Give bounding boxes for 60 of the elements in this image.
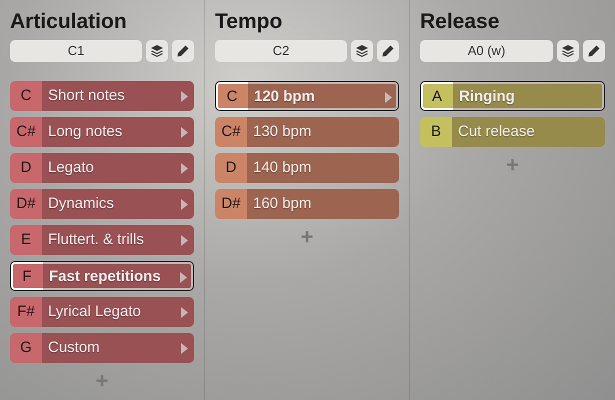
key-label: C# [15,122,37,142]
articulation-item[interactable]: A Ringing [420,81,605,111]
item-label: Cut release [452,117,605,147]
key-label: D [224,158,238,178]
key-label: E [20,230,32,250]
key-label: D# [15,194,37,214]
item-label: Custom [42,333,194,363]
pencil-icon [587,44,601,58]
item-label: Fluttert. & trills [42,225,194,255]
articulation-item[interactable]: D Legato [10,153,194,183]
edit-button[interactable] [172,40,194,62]
item-label: Short notes [42,81,194,111]
articulation-item[interactable]: C# 130 bpm [215,117,399,147]
layers-icon [355,44,369,58]
layers-button[interactable] [557,40,579,62]
key-label: C [20,86,32,106]
key-label: B [430,122,442,142]
preset-field[interactable]: A0 (w) [420,40,553,62]
key-label: A [430,87,443,107]
item-label: 130 bpm [247,117,399,147]
articulation-item[interactable]: D# 160 bpm [215,189,399,219]
layers-button[interactable] [146,40,168,62]
key-label: D [20,158,32,178]
articulation-item[interactable]: D# Dynamics [10,189,194,219]
item-label: Dynamics [42,189,194,219]
key-label: D# [220,194,242,214]
layers-icon [561,44,575,58]
preset-field[interactable]: C2 [215,40,347,62]
edit-button[interactable] [583,40,605,62]
item-label: 120 bpm [248,82,398,110]
item-label: Fast repetitions [43,262,193,290]
articulation-item[interactable]: F Fast repetitions [10,261,194,291]
edit-button[interactable] [377,40,399,62]
articulation-item[interactable]: D 140 bpm [215,153,399,183]
key-label: C [226,87,238,107]
column-title: Tempo [215,10,284,35]
item-label: Lyrical Legato [42,297,194,327]
item-label: 160 bpm [247,189,399,219]
pencil-icon [176,44,190,58]
layers-icon [150,44,164,58]
item-label: Ringing [453,82,604,110]
column-title: Release [420,10,500,35]
key-label: F [21,267,33,287]
articulation-item[interactable]: F# Lyrical Legato [10,297,194,327]
articulation-item[interactable]: C Short notes [10,81,194,111]
articulation-item[interactable]: E Fluttert. & trills [10,225,194,255]
preset-field[interactable]: C1 [10,40,142,62]
item-label: Long notes [42,117,194,147]
key-label: C# [220,122,242,142]
key-label: G [19,338,33,358]
articulation-item[interactable]: C# Long notes [10,117,194,147]
pencil-icon [381,44,395,58]
layers-button[interactable] [351,40,373,62]
item-label: 140 bpm [247,153,399,183]
articulation-item[interactable]: C 120 bpm [215,81,399,111]
item-label: Legato [42,153,194,183]
key-label: F# [16,302,36,322]
articulation-item[interactable]: G Custom [10,333,194,363]
column-title: Articulation [10,10,128,35]
articulation-item[interactable]: B Cut release [420,117,605,147]
